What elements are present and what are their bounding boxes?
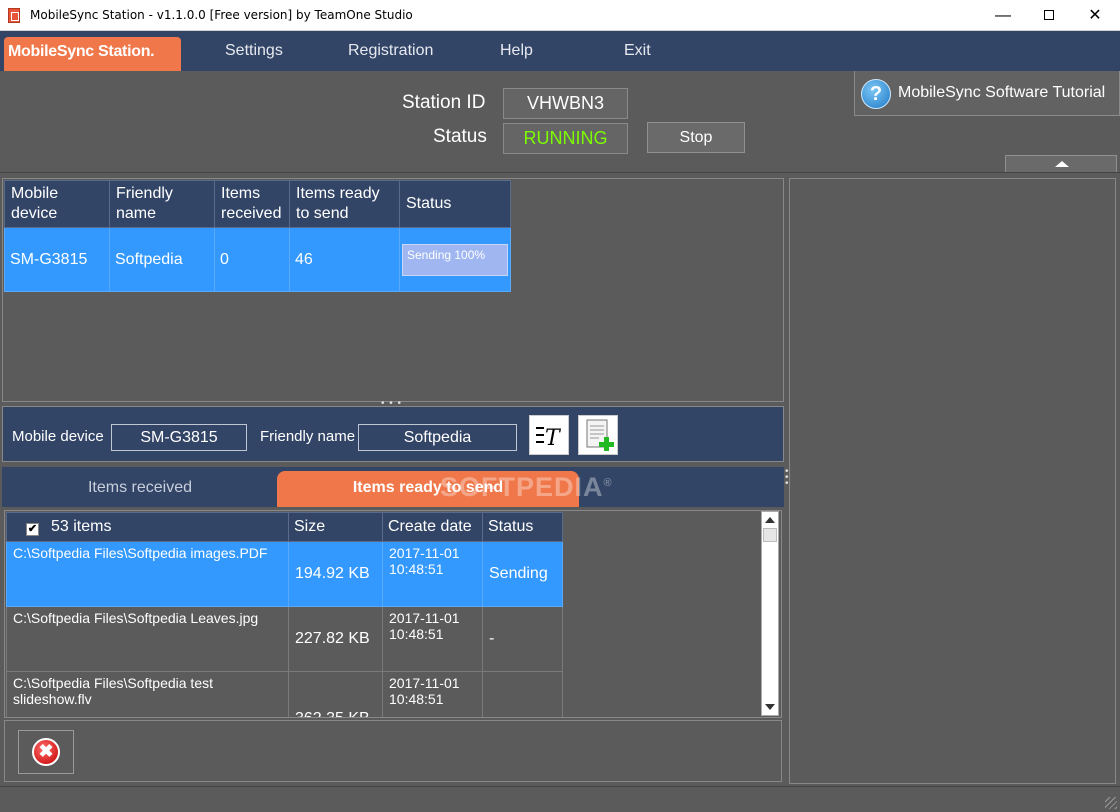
items-table: ✔ 53 items Size Create date Status C:\Sof… [6, 512, 563, 717]
received-cell: 0 [214, 227, 290, 292]
app-icon [8, 8, 20, 23]
item-size: 362.35 KB [288, 671, 383, 717]
ready-cell: 46 [289, 227, 400, 292]
device-row[interactable]: SM-G3815 Softpedia 0 46 Sending 100% [4, 227, 511, 292]
rename-icon: T [536, 426, 562, 451]
col-create-date[interactable]: Create date [382, 512, 483, 542]
tutorial-label: MobileSync Software Tutorial [898, 84, 1106, 101]
item-date: 2017-11-01 10:48:51 [382, 606, 483, 672]
item-status: Sending [482, 541, 563, 607]
friendly-label: Friendly name [260, 428, 356, 445]
item-path: C:\Softpedia Files\Softpedia Leaves.jpg [6, 606, 289, 672]
station-id-label: Station ID [402, 92, 486, 113]
item-path: C:\Softpedia Files\Softpedia test slides… [6, 671, 289, 717]
col-item-status[interactable]: Status [482, 512, 563, 542]
status-value: RUNNING [503, 123, 628, 154]
add-file-icon [586, 419, 614, 451]
col-items[interactable]: ✔ 53 items [6, 512, 289, 542]
menu-bar: MobileSync Station. Settings Registratio… [0, 31, 1120, 71]
item-date: 2017-11-01 10:48:51 [382, 541, 483, 607]
friendly-field[interactable]: Softpedia [358, 424, 517, 451]
col-status[interactable]: Status [399, 180, 511, 228]
station-panel: Station ID VHWBN3 Status RUNNING Stop ? … [0, 71, 1120, 173]
item-status: - [482, 671, 563, 717]
menu-exit[interactable]: Exit [624, 42, 651, 60]
window-title: MobileSync Station - v1.1.0.0 [Free vers… [30, 8, 413, 22]
resize-grip-icon[interactable] [1105, 797, 1117, 809]
item-status: - [482, 606, 563, 672]
scroll-thumb[interactable] [763, 528, 777, 542]
item-date: 2017-11-01 10:48:51 [382, 671, 483, 717]
right-panel [789, 178, 1116, 784]
brand-tab[interactable]: MobileSync Station. [4, 37, 181, 71]
collapse-panel-button[interactable] [1005, 155, 1117, 172]
rename-glyph: T [545, 426, 562, 451]
tab-items-received[interactable]: Items received [2, 471, 278, 507]
device-field: SM-G3815 [111, 424, 247, 451]
delete-icon: ✖ [32, 738, 60, 766]
item-row[interactable]: C:\Softpedia Files\Softpedia test slides… [6, 671, 563, 717]
progress-bar: Sending 100% [402, 243, 508, 276]
status-cell: Sending 100% [399, 227, 511, 292]
device-list-panel: Mobile device Friendly name Items receiv… [2, 178, 784, 402]
menu-registration[interactable]: Registration [348, 42, 433, 60]
item-size: 227.82 KB [288, 606, 383, 672]
rename-button[interactable]: T [529, 415, 569, 455]
minimize-button[interactable]: — [980, 0, 1026, 31]
scroll-up-icon[interactable] [765, 517, 775, 523]
add-file-button[interactable] [578, 415, 618, 455]
watermark-mark: ® [603, 477, 613, 489]
watermark-text: SOFTPEDIA [440, 472, 604, 502]
friendly-cell: Softpedia [109, 227, 215, 292]
vertical-splitter[interactable]: • • • [785, 467, 789, 489]
checkmark-icon: ✔ [27, 523, 38, 535]
device-info-bar: Mobile device SM-G3815 Friendly name Sof… [2, 406, 784, 462]
watermark: SOFTPEDIA® [440, 472, 613, 503]
item-size: 194.92 KB [288, 541, 383, 607]
device-table: Mobile device Friendly name Items receiv… [4, 180, 511, 292]
status-label: Status [433, 126, 487, 147]
status-bar [0, 786, 1120, 812]
items-panel: ✔ 53 items Size Create date Status C:\Sof… [4, 510, 782, 718]
menu-help[interactable]: Help [500, 42, 533, 60]
station-id-value: VHWBN3 [503, 88, 628, 119]
col-items-ready[interactable]: Items ready to send [289, 180, 400, 228]
item-path: C:\Softpedia Files\Softpedia images.PDF [6, 541, 289, 607]
tutorial-button[interactable]: ? MobileSync Software Tutorial [854, 71, 1120, 116]
scroll-down-icon[interactable] [765, 704, 775, 710]
select-all-checkbox[interactable]: ✔ [26, 523, 39, 536]
items-scrollbar[interactable] [761, 511, 779, 716]
title-bar: MobileSync Station - v1.1.0.0 [Free vers… [0, 0, 1120, 31]
items-count: 53 items [51, 518, 112, 535]
stop-button[interactable]: Stop [647, 122, 745, 153]
tab-strip: Items received Items ready to send [2, 467, 784, 507]
chevron-up-icon [1055, 161, 1069, 167]
col-size[interactable]: Size [288, 512, 383, 542]
close-button[interactable]: ✕ [1072, 0, 1118, 31]
close-icon: ✕ [1088, 7, 1102, 24]
minimize-icon: — [995, 7, 1011, 24]
delete-button[interactable]: ✖ [18, 730, 74, 774]
device-cell: SM-G3815 [4, 227, 110, 292]
col-friendly-name[interactable]: Friendly name [109, 180, 215, 228]
item-row[interactable]: C:\Softpedia Files\Softpedia images.PDF … [6, 541, 563, 607]
device-label: Mobile device [12, 428, 104, 445]
bottom-toolbar: ✖ [4, 720, 782, 782]
col-items-received[interactable]: Items received [214, 180, 290, 228]
col-mobile-device[interactable]: Mobile device [4, 180, 110, 228]
menu-settings[interactable]: Settings [225, 42, 283, 60]
maximize-icon [1044, 10, 1054, 20]
item-row[interactable]: C:\Softpedia Files\Softpedia Leaves.jpg … [6, 606, 563, 672]
help-icon: ? [861, 79, 891, 109]
maximize-button[interactable] [1026, 0, 1072, 31]
